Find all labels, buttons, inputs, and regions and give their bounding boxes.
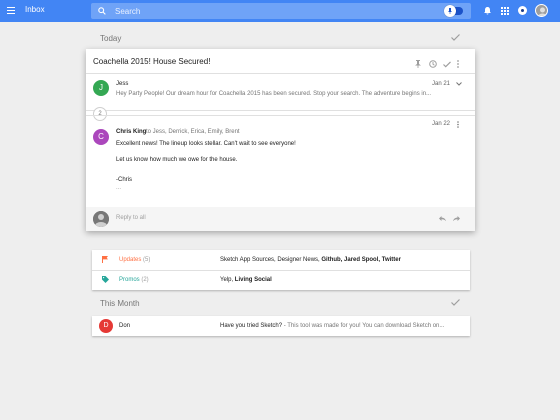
bundle-name: Promos (119, 277, 140, 283)
done-check-icon[interactable] (451, 34, 460, 41)
message-snippet: Hey Party People! Our dream hour for Coa… (116, 91, 432, 97)
reply-bar[interactable]: Reply to all (86, 207, 475, 231)
search-icon (98, 7, 106, 15)
reply-all-input[interactable]: Reply to all (116, 215, 146, 221)
bundle-name: Updates (119, 257, 142, 263)
bundle-promos[interactable]: Promos (2) Yelp, Living Social (92, 270, 470, 290)
avatar: J (93, 80, 109, 96)
message-recipients: to Jess, Derrick, Erica, Emily, Brent (146, 129, 240, 135)
bell-icon[interactable] (484, 7, 491, 15)
divider (86, 115, 475, 116)
bundle-count: (5) (143, 257, 151, 263)
divider (86, 110, 475, 111)
message-sender: Chris King (116, 129, 147, 135)
message-snippet: - This tool was made for you! You can do… (282, 323, 445, 329)
message-date: Jan 21 (432, 81, 451, 87)
tag-icon (102, 276, 109, 283)
more-vert-icon[interactable] (457, 55, 459, 73)
bundle-count: (2) (141, 277, 149, 283)
section-header-this-month: This Month (100, 299, 140, 308)
thread-card: Coachella 2015! House Secured! J Jess He… (86, 49, 475, 231)
done-check-icon[interactable] (451, 299, 460, 306)
snooze-icon[interactable] (429, 55, 437, 73)
app-bar: Inbox (0, 0, 560, 22)
done-check-icon[interactable] (443, 55, 451, 73)
bundle-updates[interactable]: Updates (5) Sketch App Sources, Designer… (92, 250, 470, 270)
bundle-senders: Yelp, (220, 277, 235, 283)
pinned-toggle[interactable] (444, 5, 463, 17)
collapsed-messages-count[interactable]: 2 (93, 107, 107, 121)
list-item[interactable]: D Don Have you tried Sketch? - This tool… (92, 316, 470, 336)
message-subject: Have you tried Sketch? (220, 323, 283, 329)
avatar: D (99, 319, 113, 333)
forward-icon[interactable] (453, 216, 460, 221)
message-signature: -Chris (116, 177, 132, 183)
avatar (93, 211, 109, 227)
message-body-line: Let us know how much we owe for the hous… (116, 157, 238, 163)
account-avatar[interactable] (535, 4, 548, 17)
bundles-card: Updates (5) Sketch App Sources, Designer… (92, 250, 470, 290)
thread-subject: Coachella 2015! House Secured! (93, 57, 211, 66)
pin-icon (448, 8, 452, 14)
bundle-senders-unread: Living Social (234, 277, 272, 283)
apps-icon[interactable] (501, 7, 509, 15)
reply-icon[interactable] (439, 216, 446, 221)
message-date: Jan 22 (432, 121, 451, 127)
message-sender: Jess (116, 81, 129, 87)
bundle-senders: Sketch App Sources, Designer News, (220, 257, 322, 263)
avatar: C (93, 129, 109, 145)
chevron-down-icon[interactable] (456, 82, 462, 86)
bundle-senders-unread: Github, Jared Spool, Twitter (321, 257, 401, 263)
divider (86, 73, 475, 74)
menu-icon[interactable] (7, 7, 15, 14)
message-sender: Don (119, 323, 131, 329)
more-vert-icon[interactable] (457, 121, 459, 128)
flag-icon (102, 256, 108, 263)
app-title: Inbox (25, 5, 45, 14)
message-body-line: Excellent news! The lineup looks stellar… (116, 141, 296, 147)
quoted-text-toggle[interactable]: ... (116, 185, 121, 191)
pin-icon[interactable] (415, 55, 421, 73)
notifications-icon[interactable] (518, 6, 527, 15)
section-header-today: Today (100, 34, 122, 43)
search-input[interactable] (115, 4, 455, 18)
search-box[interactable] (91, 3, 471, 19)
